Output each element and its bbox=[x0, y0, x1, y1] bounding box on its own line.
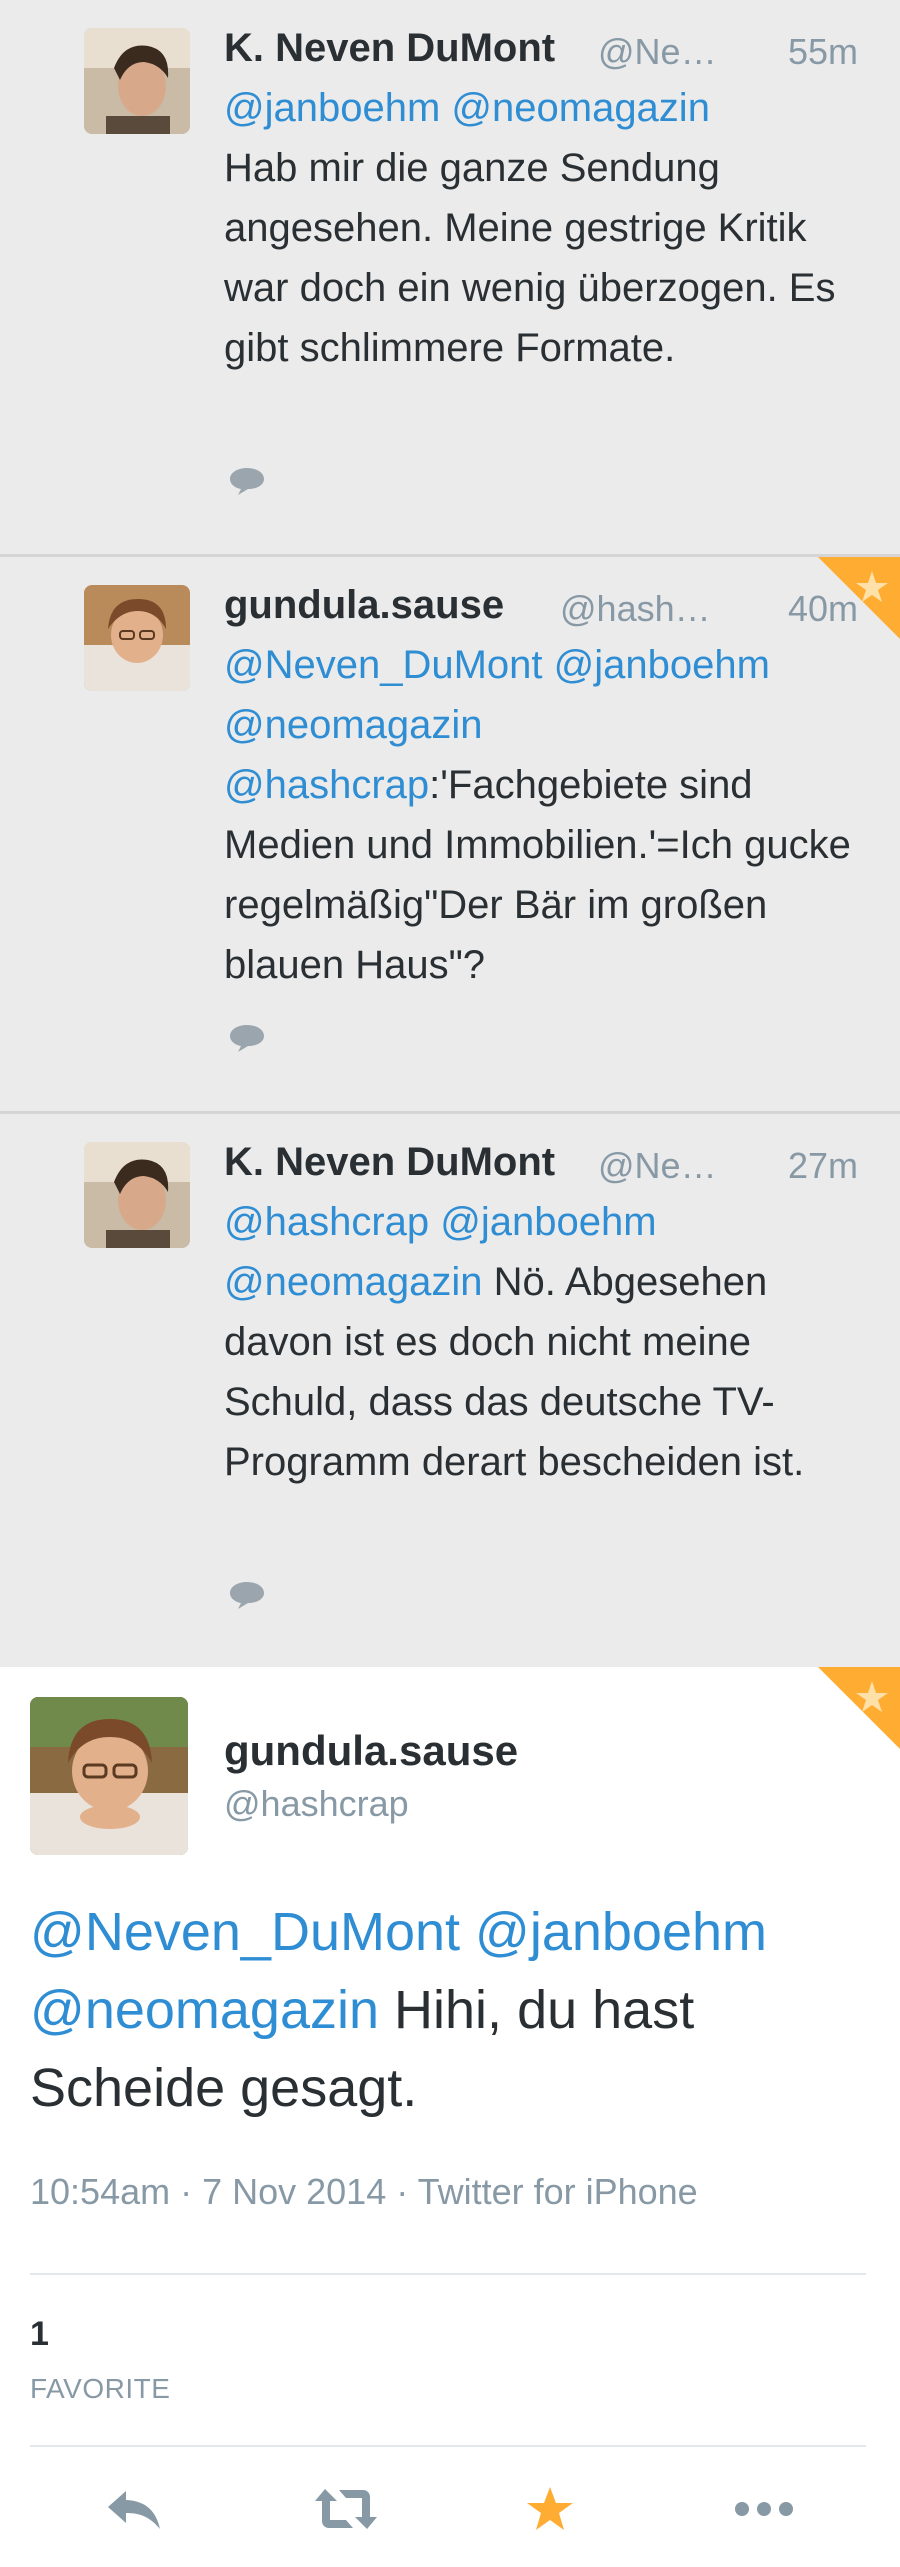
avatar[interactable] bbox=[84, 1142, 190, 1248]
tweet-text: @hashcrap @janboehm @neomagazin Nö. Abge… bbox=[224, 1192, 864, 1492]
tweet-item[interactable]: gundula.sause @hash… 40m @Neven_DuMont @… bbox=[0, 557, 900, 1114]
author-name[interactable]: K. Neven DuMont bbox=[224, 26, 555, 71]
retweet-button[interactable] bbox=[306, 2479, 386, 2539]
favorite-label[interactable]: FAVORITE bbox=[30, 2373, 170, 2405]
author-name[interactable]: K. Neven DuMont bbox=[224, 1140, 555, 1185]
favorited-corner-icon bbox=[818, 557, 900, 639]
tweet-mentions[interactable]: @janboehm @neomagazin bbox=[224, 86, 710, 130]
avatar[interactable] bbox=[84, 585, 190, 691]
avatar[interactable] bbox=[84, 28, 190, 134]
author-handle[interactable]: @hash… bbox=[560, 588, 730, 630]
star-icon bbox=[527, 2487, 573, 2530]
divider bbox=[30, 2445, 866, 2447]
author-name[interactable]: gundula.sause bbox=[224, 583, 504, 628]
tweet-body: Hab mir die ganze Sendung angesehen. Mei… bbox=[224, 146, 836, 370]
tweet-text: @janboehm @neomagazin Hab mir die ganze S… bbox=[224, 78, 864, 378]
avatar[interactable] bbox=[30, 1697, 188, 1855]
retweet-icon bbox=[315, 2489, 377, 2529]
author-handle[interactable]: @hashcrap bbox=[224, 1783, 409, 1825]
divider bbox=[30, 2273, 866, 2275]
tweet-time[interactable]: 27m bbox=[788, 1145, 858, 1187]
favorited-corner-icon bbox=[818, 1667, 900, 1749]
reply-bubble-icon[interactable] bbox=[228, 1580, 266, 1610]
focused-tweet: gundula.sause @hashcrap @Neven_DuMont @j… bbox=[0, 1667, 900, 2567]
reply-button[interactable] bbox=[94, 2479, 174, 2539]
author-handle[interactable]: @Ne… bbox=[598, 31, 758, 73]
reply-bubble-icon[interactable] bbox=[228, 466, 266, 496]
tweet-time[interactable]: 55m bbox=[788, 31, 858, 73]
tweet-text: @Neven_DuMont @janboehm @neomagazin Hihi… bbox=[30, 1893, 870, 2127]
tweet-item[interactable]: K. Neven DuMont @Ne… 55m @janboehm @neom… bbox=[0, 0, 900, 557]
more-button[interactable] bbox=[724, 2479, 804, 2539]
tweet-text: @Neven_DuMont @janboehm @neomagazin @has… bbox=[224, 635, 864, 995]
reply-bubble-icon[interactable] bbox=[228, 1023, 266, 1053]
reply-icon bbox=[108, 2491, 160, 2529]
author-name[interactable]: gundula.sause bbox=[224, 1727, 518, 1775]
favorite-button[interactable] bbox=[510, 2479, 590, 2539]
more-icon bbox=[735, 2502, 793, 2516]
tweet-item[interactable]: K. Neven DuMont @Ne… 27m @hashcrap @janb… bbox=[0, 1114, 900, 1671]
tweet-meta[interactable]: 10:54am · 7 Nov 2014 · Twitter for iPhon… bbox=[30, 2171, 698, 2213]
author-handle[interactable]: @Ne… bbox=[598, 1145, 758, 1187]
favorite-count[interactable]: 1 bbox=[30, 2315, 49, 2354]
